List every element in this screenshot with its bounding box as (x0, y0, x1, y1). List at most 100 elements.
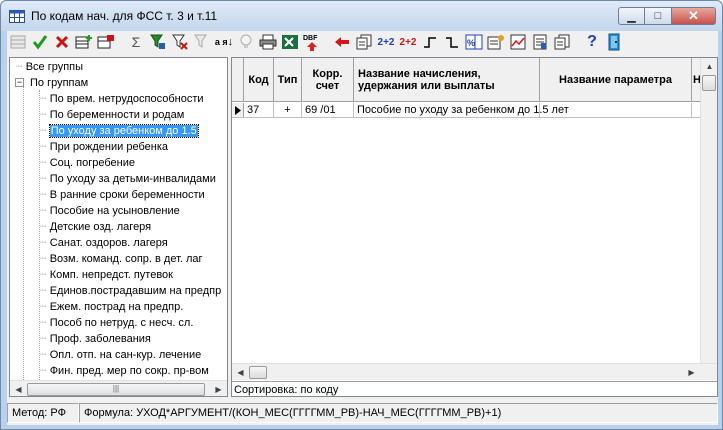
tree-connector: ┈ (40, 237, 50, 249)
sort-bar: Сортировка: по коду (231, 381, 718, 400)
formula-blue-button[interactable]: 2+2 (375, 32, 397, 52)
maximize-button[interactable]: □ (645, 7, 672, 25)
clear-filter-button[interactable] (169, 32, 191, 52)
tree-item-label: Пособие на усыновление (49, 205, 180, 217)
tree-item[interactable]: ┈ Детские озд. лагеря (40, 219, 151, 235)
properties-button[interactable] (485, 32, 507, 52)
cell-account[interactable]: 69 /01 (302, 103, 354, 118)
tree-item[interactable]: ┈ По врем. нетрудоспособности (40, 91, 204, 107)
col-name-header[interactable]: Название начисления, удержания или выпла… (354, 58, 540, 102)
back-button[interactable] (331, 32, 353, 52)
print-icon (259, 34, 277, 50)
col-param-header[interactable]: Название параметра (540, 58, 692, 102)
filter-button[interactable] (147, 32, 169, 52)
table-row[interactable]: 37 + 69 /01 Пособие по уходу за ребенком… (232, 103, 702, 118)
tree-item[interactable]: ┈ Проф. заболевания (40, 331, 151, 347)
col-type-header[interactable]: Тип (274, 58, 302, 102)
tree-item-label: Комп. непредст. путевок (49, 269, 173, 281)
percent-table-button[interactable]: % (463, 32, 485, 52)
scroll-right-icon[interactable]: ▶ (211, 382, 226, 396)
tree-expander-icon[interactable]: − (15, 78, 24, 87)
table-app-icon (9, 10, 25, 23)
tree-item[interactable]: ┈ Опл. отп. на сан-кур. лечение (40, 347, 201, 363)
tree-item-label: Пособ по нетруд. с несч. сл. (49, 317, 194, 329)
help-button[interactable]: ? (581, 32, 603, 52)
formula-red-button[interactable]: 2+2 (397, 32, 419, 52)
tree-item-by-groups[interactable]: По группам (30, 75, 88, 91)
copy-pages-icon (356, 34, 372, 50)
print-button[interactable] (257, 32, 279, 52)
tree-item-label: При рождении ребенка (49, 141, 168, 153)
report-button[interactable] (529, 32, 551, 52)
title-bar[interactable]: По кодам нач. для ФСС т. 3 и т.11 ▁ □ ✕ (1, 1, 722, 31)
copy-record-button[interactable] (95, 32, 117, 52)
step-down-icon (446, 37, 458, 48)
tree-item-all-groups[interactable]: ┈ Все группы (16, 59, 83, 75)
check-icon (32, 35, 48, 50)
scroll-left-icon[interactable]: ◀ (233, 365, 248, 380)
col-code-header[interactable]: Код (244, 58, 274, 102)
step-up-button[interactable] (419, 32, 441, 52)
notes-icon (554, 34, 570, 50)
close-button[interactable]: ✕ (672, 7, 716, 25)
minimize-button[interactable]: ▁ (618, 7, 645, 25)
tree-item[interactable]: ┈ Единов.пострадавшим на предпр (40, 283, 221, 299)
tree-item[interactable]: ┈ По уходу за детьми-инвалидами (40, 171, 216, 187)
hint-button[interactable] (235, 32, 257, 52)
grid-view-button[interactable] (7, 32, 29, 52)
chart-button[interactable] (507, 32, 529, 52)
scroll-left-icon[interactable]: ◀ (11, 382, 26, 396)
tree-connector: ┈ (40, 189, 50, 201)
tree-item-label: Возм. команд. сопр. в дет. лаг (49, 253, 203, 265)
tree-item[interactable]: ┈ Фин. пред. мер по сокр. пр-вом (40, 363, 209, 379)
sort-button[interactable]: а я ↓ (213, 32, 235, 52)
tree-connector: ┈ (40, 109, 50, 121)
cell-name[interactable]: Пособие по уходу за ребенком до 1.5 лет (354, 103, 569, 118)
arrow-down-icon: ↓ (227, 36, 234, 48)
step-down-button[interactable] (441, 32, 463, 52)
tree-item-label: По беременности и родам (49, 109, 185, 121)
tree-item[interactable]: ┈ По уходу за ребенком до 1.5 (40, 123, 199, 139)
codes-grid: Код Тип Корр. счет Название начисления, … (231, 57, 718, 397)
copy-pages-button[interactable] (353, 32, 375, 52)
scroll-right-icon[interactable]: ▶ (684, 365, 699, 380)
scroll-thumb[interactable] (702, 75, 716, 91)
notes-button[interactable] (551, 32, 573, 52)
grid-horizontal-scrollbar[interactable]: ◀ ▶ (232, 363, 717, 380)
tree-item[interactable]: ┈ Комп. непредст. путевок (40, 267, 173, 283)
tree-item[interactable]: ┈ Возм. команд. сопр. в дет. лаг (40, 251, 203, 267)
cell-type[interactable]: + (274, 103, 302, 118)
tree-item[interactable]: ┈ В ранние сроки беременности (40, 187, 205, 203)
add-record-button[interactable] (73, 32, 95, 52)
tree-item[interactable]: ┈ Соц. погребение (40, 155, 135, 171)
excel-button[interactable] (279, 32, 301, 52)
scroll-up-icon[interactable]: ▲ (702, 59, 717, 74)
exit-button[interactable] (603, 32, 625, 52)
col-account-header[interactable]: Корр. счет (302, 58, 354, 102)
tree-item-label: Проф. заболевания (49, 333, 151, 345)
cell-param[interactable] (540, 103, 692, 118)
group-tree[interactable]: ┈ Все группы − По группам ┈ По врем. нет… (9, 57, 228, 397)
tree-item-label: По врем. нетрудоспособности (49, 93, 204, 105)
confirm-button[interactable] (29, 32, 51, 52)
grid-view-icon (10, 35, 26, 49)
delete-button[interactable] (51, 32, 73, 52)
tree-horizontal-scrollbar[interactable]: ◀ ||| ▶ (10, 380, 227, 396)
scroll-thumb[interactable]: ||| (27, 383, 205, 396)
tree-item-label: По группам (30, 77, 89, 89)
lightbulb-icon (240, 34, 252, 48)
tree-item[interactable]: ┈ Санат. оздоров. лагеря (40, 235, 168, 251)
tree-item-label: По уходу за ребенком до 1.5 (48, 124, 199, 138)
grid-vertical-scrollbar[interactable]: ▲ (700, 58, 717, 380)
tree-item[interactable]: ┈ Пособие на усыновление (40, 203, 180, 219)
filter-disabled-icon (194, 34, 207, 48)
tree-item[interactable]: ┈ По беременности и родам (40, 107, 184, 123)
tree-item[interactable]: ┈ При рождении ребенка (40, 139, 168, 155)
sum-button[interactable]: Σ (125, 32, 147, 52)
tree-item[interactable]: ┈ Пособ по нетруд. с несч. сл. (40, 315, 193, 331)
scroll-thumb[interactable] (249, 366, 267, 379)
filter-disabled-button[interactable] (191, 32, 213, 52)
tree-item[interactable]: ┈ Ежем. пострад на предпр. (40, 299, 183, 315)
cell-code[interactable]: 37 (244, 103, 274, 118)
dbf-export-button[interactable]: DBF (301, 32, 323, 52)
